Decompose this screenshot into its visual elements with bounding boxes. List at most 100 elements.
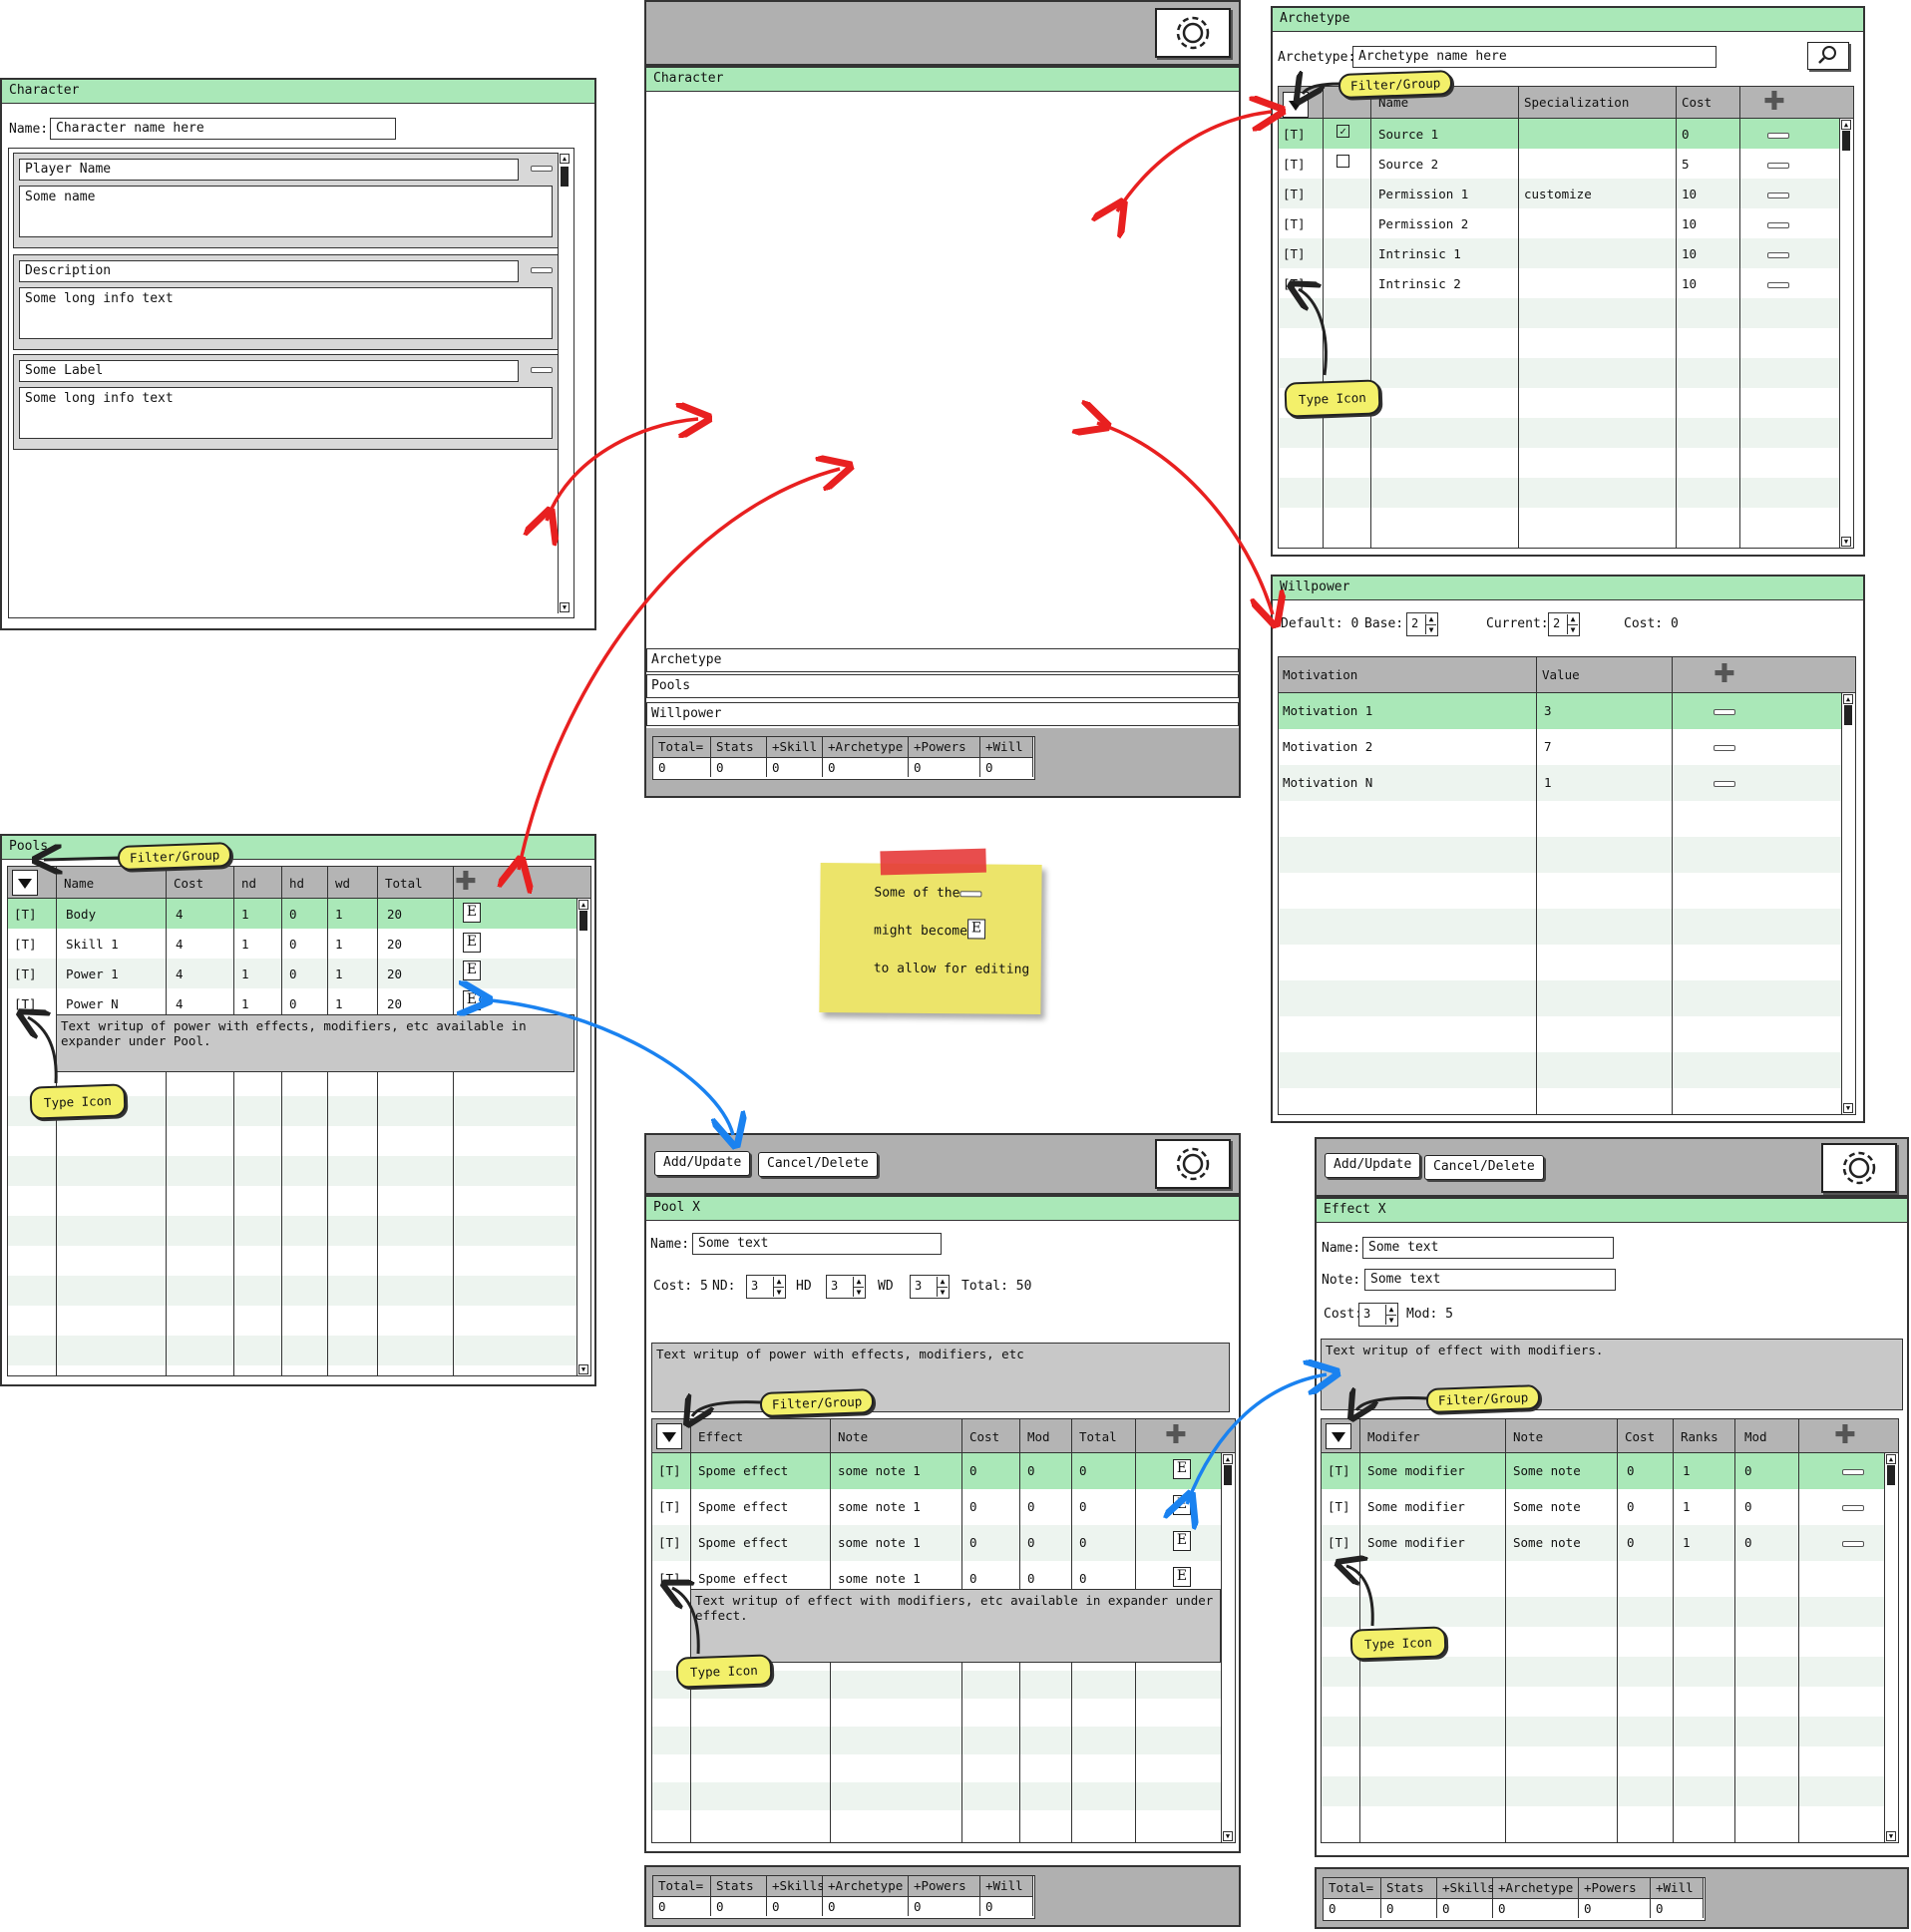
pool-expander[interactable]: Text writup of power with effects, modif… bbox=[56, 1014, 574, 1072]
willpower-grid: Motivation Value ✚ Motivation 1 3 Motiva… bbox=[1278, 656, 1856, 1115]
nd-stepper[interactable]: 3 ▲ ▼ bbox=[746, 1275, 786, 1299]
column-header[interactable]: Cost bbox=[1625, 1429, 1655, 1444]
pool-name-input[interactable]: Some text bbox=[692, 1233, 942, 1255]
section-text[interactable]: Some long info text bbox=[19, 387, 553, 439]
remove-icon[interactable] bbox=[1767, 222, 1789, 228]
remove-icon[interactable] bbox=[531, 166, 553, 172]
section-text[interactable]: Some name bbox=[19, 186, 553, 237]
remove-icon[interactable] bbox=[531, 367, 553, 373]
modifier-mod: 0 bbox=[1744, 1463, 1752, 1478]
edit-icon[interactable]: E bbox=[1173, 1495, 1191, 1515]
edit-icon[interactable]: E bbox=[1173, 1531, 1191, 1551]
scrollbar[interactable]: ▲ ▼ bbox=[1884, 1453, 1898, 1842]
scrollbar[interactable]: ▲ ▼ bbox=[1841, 693, 1855, 1114]
remove-icon[interactable] bbox=[1767, 193, 1789, 198]
column-header[interactable]: Total bbox=[1079, 1429, 1117, 1444]
add-update-button[interactable]: Add/Update bbox=[1325, 1153, 1421, 1178]
edit-icon[interactable]: E bbox=[463, 903, 481, 923]
edit-icon[interactable]: E bbox=[1173, 1459, 1191, 1479]
current-stepper[interactable]: 2 ▲ ▼ bbox=[1548, 612, 1580, 636]
column-header[interactable]: Specialization bbox=[1524, 95, 1629, 110]
section-label[interactable]: Some Label bbox=[19, 360, 519, 382]
remove-icon[interactable] bbox=[1842, 1469, 1864, 1475]
column-header[interactable]: Modifer bbox=[1367, 1429, 1420, 1444]
checkbox-checked-icon[interactable]: ✓ bbox=[1337, 125, 1349, 138]
effect-expander[interactable]: Text writup of effect with modifiers, et… bbox=[690, 1589, 1221, 1663]
type-icon: [T] bbox=[14, 937, 37, 952]
filter-dropdown-icon[interactable] bbox=[1326, 1423, 1351, 1449]
row-name: Source 2 bbox=[1378, 157, 1439, 172]
gear-icon[interactable] bbox=[1155, 8, 1231, 58]
column-header[interactable]: wd bbox=[335, 876, 350, 891]
wd-stepper[interactable]: 3 ▲ ▼ bbox=[910, 1275, 950, 1299]
section-text[interactable]: Some long info text bbox=[19, 287, 553, 339]
section-archetype[interactable]: Archetype bbox=[646, 648, 1239, 672]
column-header[interactable]: nd bbox=[241, 876, 256, 891]
cost-stepper[interactable]: 3 ▲ ▼ bbox=[1358, 1303, 1398, 1327]
remove-icon[interactable] bbox=[1842, 1505, 1864, 1511]
add-icon[interactable]: ✚ bbox=[455, 869, 477, 895]
row-cost: 10 bbox=[1682, 246, 1698, 261]
edit-icon[interactable]: E bbox=[1173, 1567, 1191, 1587]
add-icon[interactable]: ✚ bbox=[1763, 89, 1785, 115]
edit-icon[interactable]: E bbox=[463, 933, 481, 953]
effect-name-input[interactable]: Some text bbox=[1362, 1237, 1614, 1259]
column-header[interactable]: Cost bbox=[969, 1429, 999, 1444]
filter-dropdown-icon[interactable] bbox=[1283, 92, 1309, 118]
totals-header: +Powers bbox=[909, 737, 980, 757]
section-label[interactable]: Description bbox=[19, 260, 519, 282]
add-icon[interactable]: ✚ bbox=[1714, 661, 1735, 687]
scrollbar[interactable]: ▲ ▼ bbox=[1221, 1453, 1235, 1842]
column-header[interactable]: Mod bbox=[1744, 1429, 1767, 1444]
character-name-input[interactable]: Character name here bbox=[50, 118, 396, 140]
remove-icon[interactable] bbox=[1767, 282, 1789, 288]
column-header[interactable]: Mod bbox=[1027, 1429, 1050, 1444]
effect-note-input[interactable]: Some text bbox=[1364, 1269, 1616, 1291]
add-icon[interactable]: ✚ bbox=[1165, 1422, 1187, 1448]
scrollbar[interactable]: ▲ ▼ bbox=[558, 153, 572, 613]
column-header[interactable]: Effect bbox=[698, 1429, 743, 1444]
checkbox-icon[interactable] bbox=[1337, 155, 1349, 168]
add-icon[interactable]: ✚ bbox=[1834, 1422, 1856, 1448]
remove-icon[interactable] bbox=[1714, 745, 1735, 751]
add-update-button[interactable]: Add/Update bbox=[654, 1151, 751, 1176]
section-pools[interactable]: Pools bbox=[646, 674, 1239, 698]
remove-icon[interactable] bbox=[1767, 252, 1789, 258]
edit-icon[interactable]: E bbox=[463, 990, 481, 1010]
archetype-name-input[interactable]: Archetype name here bbox=[1352, 46, 1717, 68]
column-header[interactable]: Note bbox=[838, 1429, 868, 1444]
section-willpower[interactable]: Willpower bbox=[646, 702, 1239, 726]
column-header[interactable]: Motivation bbox=[1283, 667, 1357, 682]
column-header[interactable]: Cost bbox=[1682, 95, 1712, 110]
totals-header: Stats bbox=[711, 737, 767, 757]
filter-dropdown-icon[interactable] bbox=[656, 1423, 682, 1449]
remove-icon[interactable] bbox=[531, 267, 553, 273]
scrollbar[interactable]: ▲ ▼ bbox=[1839, 119, 1853, 548]
totals-table: Total= Stats +Skills +Archetype +Powers … bbox=[1323, 1877, 1706, 1921]
remove-icon[interactable] bbox=[1767, 163, 1789, 169]
effect-writeup[interactable]: Text writup of effect with modifiers. bbox=[1321, 1339, 1903, 1410]
column-header[interactable]: Ranks bbox=[1681, 1429, 1719, 1444]
remove-icon[interactable] bbox=[1767, 133, 1789, 139]
remove-icon[interactable] bbox=[1714, 709, 1735, 715]
remove-icon[interactable] bbox=[1714, 781, 1735, 787]
edit-icon[interactable]: E bbox=[463, 961, 481, 980]
cancel-delete-button[interactable]: Cancel/Delete bbox=[1424, 1155, 1544, 1180]
column-header[interactable]: Value bbox=[1542, 667, 1580, 682]
pool-writeup[interactable]: Text writup of power with effects, modif… bbox=[651, 1343, 1230, 1412]
magnifier-icon[interactable] bbox=[1807, 42, 1849, 70]
section-label[interactable]: Player Name bbox=[19, 159, 519, 181]
base-stepper[interactable]: 2 ▲ ▼ bbox=[1406, 612, 1438, 636]
remove-icon[interactable] bbox=[1842, 1541, 1864, 1547]
gear-icon[interactable] bbox=[1821, 1143, 1897, 1193]
column-header[interactable]: Cost bbox=[174, 876, 203, 891]
column-header[interactable]: hd bbox=[289, 876, 304, 891]
hd-stepper[interactable]: 3 ▲ ▼ bbox=[826, 1275, 866, 1299]
column-header[interactable]: Note bbox=[1513, 1429, 1543, 1444]
scrollbar[interactable]: ▲ ▼ bbox=[576, 899, 590, 1375]
gear-icon[interactable] bbox=[1155, 1139, 1231, 1189]
cancel-delete-button[interactable]: Cancel/Delete bbox=[758, 1152, 878, 1177]
filter-dropdown-icon[interactable] bbox=[12, 870, 38, 896]
column-header[interactable]: Total bbox=[385, 876, 423, 891]
column-header[interactable]: Name bbox=[64, 876, 94, 891]
